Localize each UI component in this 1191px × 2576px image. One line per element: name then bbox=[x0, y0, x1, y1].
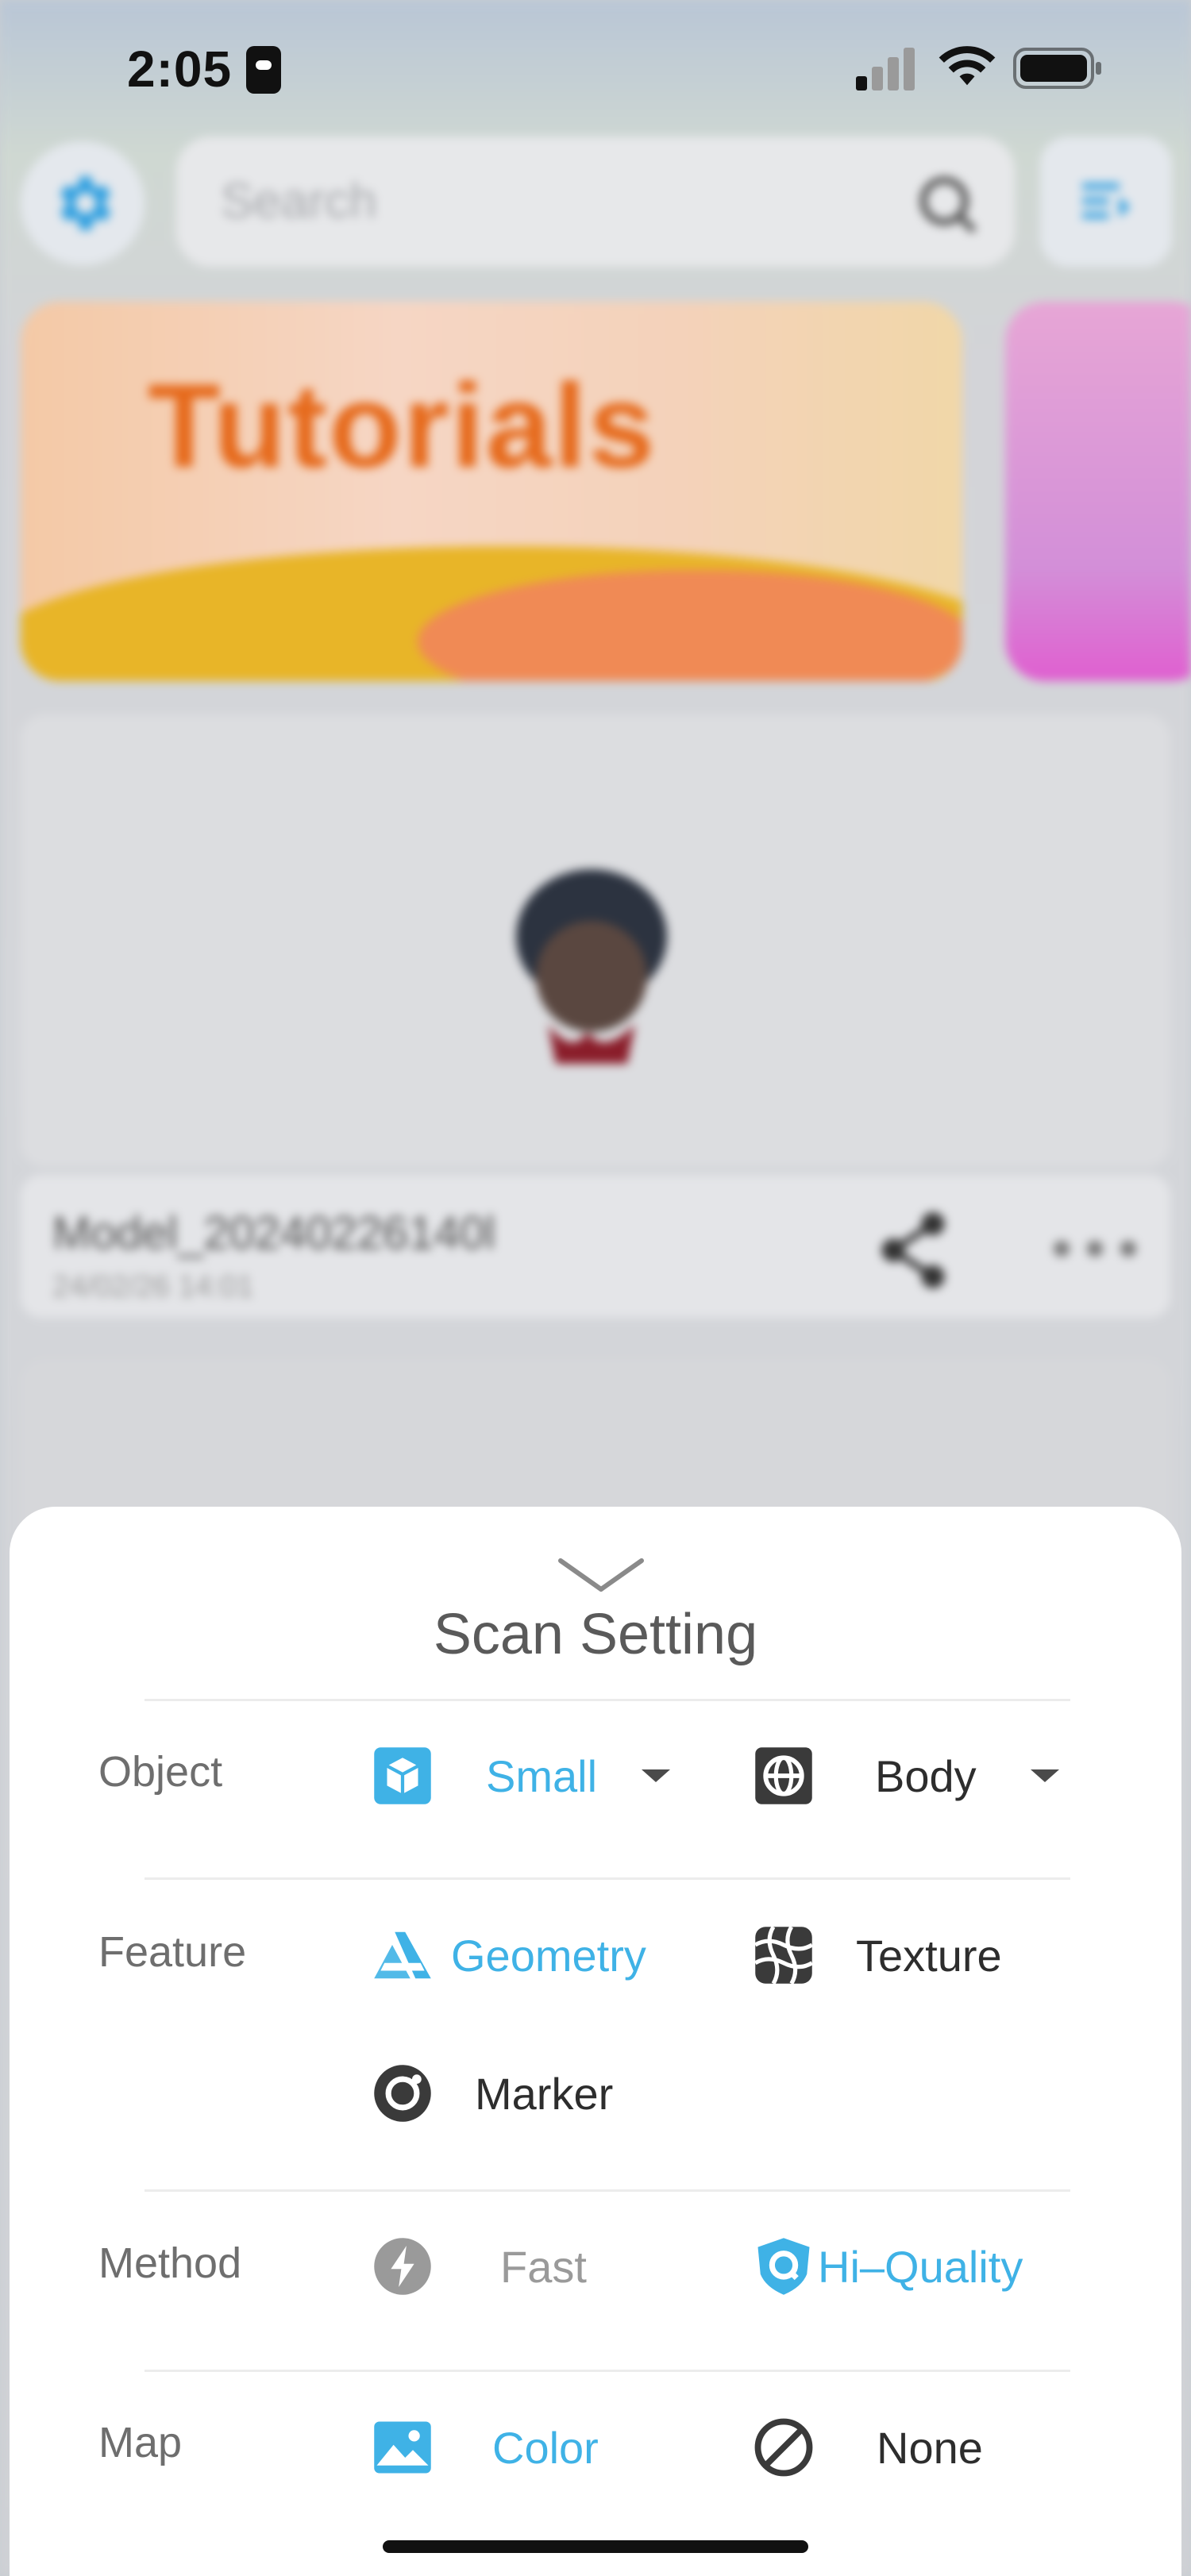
option-label: Fast bbox=[500, 2241, 587, 2292]
battery-icon bbox=[1013, 48, 1101, 89]
gear-icon bbox=[60, 176, 111, 230]
search-icon bbox=[919, 176, 977, 233]
option-label: None bbox=[877, 2422, 983, 2473]
scan-setting-sheet: Scan Setting Object Small Body Feature G… bbox=[10, 1507, 1181, 2576]
map-label: Map bbox=[98, 2419, 183, 2466]
none-icon bbox=[753, 2416, 815, 2478]
status-time: 2:05 bbox=[127, 40, 233, 98]
option-label: Color bbox=[492, 2422, 599, 2473]
option-label: Small bbox=[486, 1750, 598, 1801]
model-name: Model_20240226140l bbox=[52, 1207, 495, 1259]
option-label: Texture bbox=[856, 1930, 1002, 1981]
divider bbox=[145, 2370, 1070, 2372]
map-option-none[interactable]: None bbox=[753, 2416, 983, 2478]
object-option-small[interactable]: Small bbox=[372, 1745, 671, 1807]
model-info-row[interactable]: Model_20240226140l 24/02/26 14:01 bbox=[21, 1175, 1170, 1318]
map-option-color[interactable]: Color bbox=[372, 2416, 599, 2478]
body-scan-icon bbox=[753, 1745, 815, 1807]
method-option-hi-quality[interactable]: Hi–Quality bbox=[753, 2235, 1023, 2297]
sort-button[interactable] bbox=[1040, 137, 1172, 267]
marker-icon bbox=[372, 2062, 434, 2124]
settings-button[interactable] bbox=[21, 141, 145, 265]
divider bbox=[145, 2189, 1070, 2192]
dropdown-caret-icon[interactable] bbox=[642, 1769, 671, 1782]
search-placeholder: Search bbox=[221, 174, 377, 229]
contact-card-icon bbox=[246, 46, 281, 94]
cellular-signal-icon bbox=[856, 48, 915, 90]
dropdown-caret-icon[interactable] bbox=[1030, 1769, 1059, 1782]
divider bbox=[145, 1877, 1070, 1880]
object-option-body[interactable]: Body bbox=[753, 1745, 1059, 1807]
share-icon[interactable] bbox=[873, 1207, 953, 1294]
chevron-down-icon[interactable] bbox=[557, 1556, 645, 1596]
more-icon[interactable] bbox=[1051, 1238, 1139, 1259]
banner-title: Tutorials bbox=[148, 359, 657, 492]
divider bbox=[145, 1699, 1070, 1701]
sort-list-icon bbox=[1082, 183, 1130, 219]
option-label: Marker bbox=[475, 2068, 614, 2119]
search-bar[interactable]: Search bbox=[176, 137, 1015, 267]
texture-icon bbox=[753, 1924, 815, 1986]
tutorials-banner[interactable]: Tutorials bbox=[21, 302, 962, 681]
feature-option-marker[interactable]: Marker bbox=[372, 2062, 613, 2124]
object-label: Object bbox=[98, 1748, 223, 1796]
feature-label: Feature bbox=[98, 1928, 247, 1976]
option-label: Geometry bbox=[451, 1930, 646, 1981]
option-label: Body bbox=[875, 1750, 977, 1801]
feature-option-geometry[interactable]: Geometry bbox=[372, 1924, 646, 1986]
method-option-fast[interactable]: Fast bbox=[372, 2235, 587, 2297]
banner-next[interactable] bbox=[1005, 302, 1191, 681]
home-indicator[interactable] bbox=[383, 2540, 808, 2553]
image-icon bbox=[372, 2416, 434, 2478]
wifi-icon bbox=[939, 46, 996, 86]
method-label: Method bbox=[98, 2239, 242, 2287]
sheet-title: Scan Setting bbox=[433, 1603, 758, 1666]
lightning-icon bbox=[372, 2235, 434, 2297]
hi-quality-shield-icon bbox=[753, 2235, 815, 2297]
feature-option-texture[interactable]: Texture bbox=[753, 1924, 1002, 1986]
geometry-icon bbox=[372, 1924, 434, 1986]
cube-icon bbox=[372, 1745, 434, 1807]
model-date: 24/02/26 14:01 bbox=[52, 1270, 254, 1303]
option-label: Hi–Quality bbox=[818, 2241, 1023, 2292]
model-thumbnail bbox=[516, 869, 667, 1064]
